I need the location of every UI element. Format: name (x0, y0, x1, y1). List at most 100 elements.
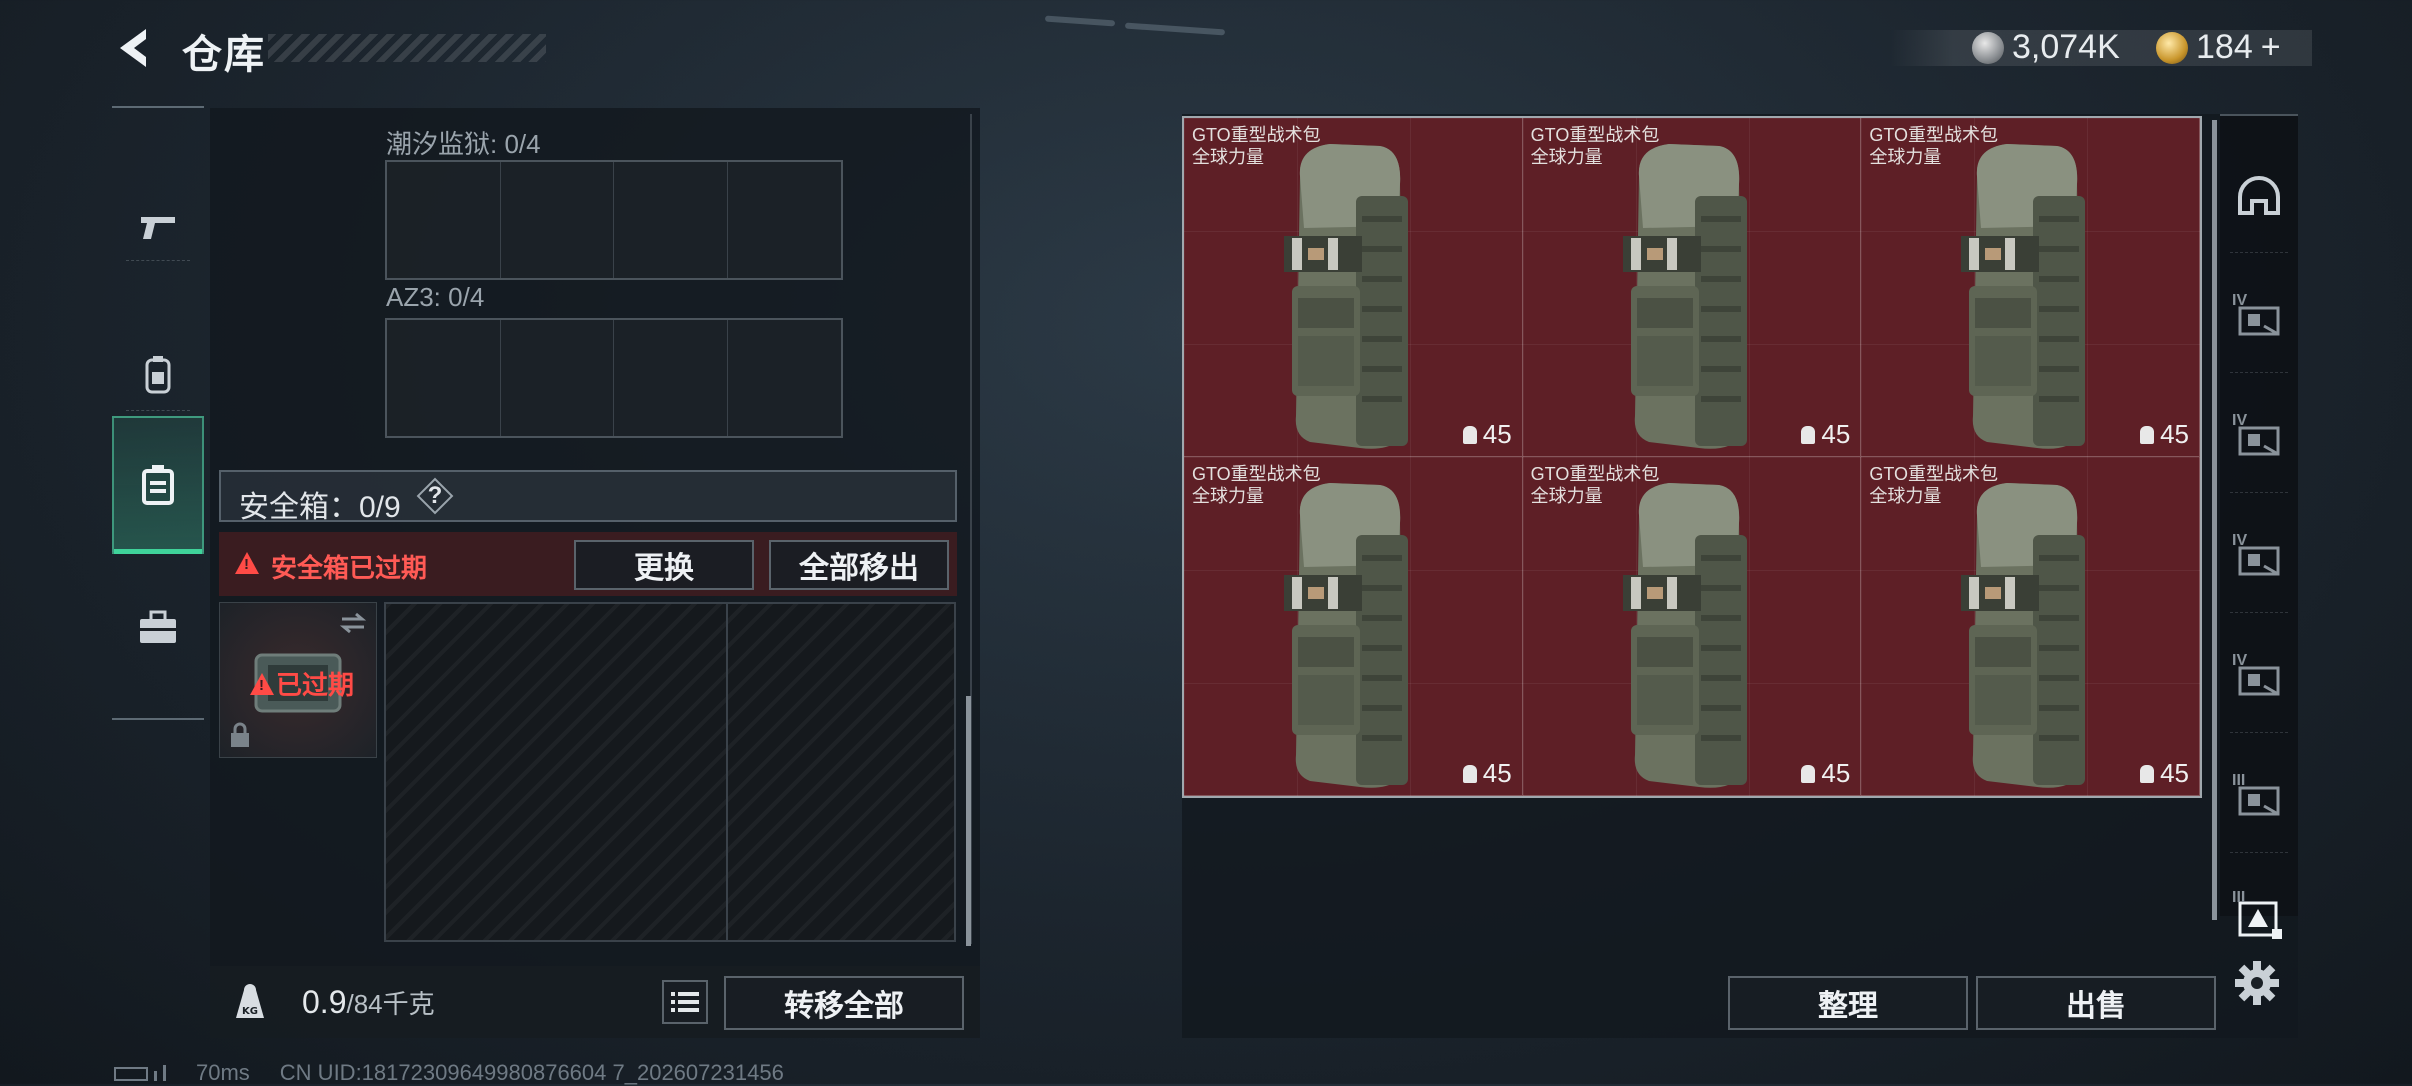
category-tier4-armor[interactable]: IV (2220, 260, 2298, 380)
item-weight: 45 (1801, 419, 1850, 450)
item-weight: 45 (2140, 758, 2189, 789)
storage-item-grid: GTO重型战术包 全球力量 45 GTO重型战术包 全球力量 45 GTO重型战… (1182, 116, 2202, 798)
grid-cell[interactable] (501, 320, 614, 436)
silver-amount: 3,074K (2012, 28, 2120, 66)
weight-icon (1462, 425, 1477, 444)
sort-button[interactable]: 整理 (1728, 976, 1968, 1030)
silver-currency: 3,074K (1972, 28, 2120, 67)
weight-icon (2140, 425, 2155, 444)
storage-item-cell[interactable]: GTO重型战术包 全球力量 45 (1861, 457, 2200, 796)
tier3-safebox-icon: III (2232, 889, 2284, 946)
tier4-rig-icon: IV (2232, 412, 2284, 463)
help-symbol: ? (427, 482, 443, 509)
tier-label: IV (2232, 291, 2248, 309)
nav-safebox[interactable] (112, 416, 204, 554)
grid-cell[interactable] (728, 162, 842, 278)
item-weight: 45 (1801, 758, 1850, 789)
safebox-grid[interactable] (384, 602, 956, 942)
grid-cell[interactable] (614, 162, 728, 278)
status-bar: 70ms CN UID:18172309649980876604 7_20260… (114, 1060, 784, 1086)
gold-amount: 184 (2196, 28, 2253, 66)
back-button[interactable] (108, 20, 158, 76)
helmet-icon (2234, 173, 2284, 228)
lock-icon (231, 722, 249, 747)
safebox-capacity-label: 安全箱：0/9 (239, 491, 401, 524)
grid-cell[interactable] (728, 320, 842, 436)
storage-item-cell[interactable]: GTO重型战术包 全球力量 45 (1522, 457, 1862, 796)
add-gold-button[interactable]: + (2261, 28, 2281, 67)
grid-cell[interactable] (387, 320, 501, 436)
background-streak (1044, 15, 1116, 27)
slot-grid-prison[interactable] (385, 160, 843, 280)
category-tier4-rig[interactable]: IV (2220, 500, 2298, 620)
sell-button[interactable]: 出售 (1976, 976, 2216, 1030)
safebox-header: 安全箱：0/9 ? (219, 470, 957, 524)
storage-scrollbar[interactable] (2212, 120, 2217, 920)
category-helmet[interactable] (2220, 140, 2298, 260)
list-view-button[interactable] (662, 980, 708, 1024)
settings-gear-icon[interactable] (2232, 958, 2282, 1008)
background-streak (1124, 22, 1226, 36)
item-weight: 45 (1462, 758, 1512, 789)
scrollbar-thumb[interactable] (966, 696, 971, 946)
item-name: GTO重型战术包 全球力量 (1869, 464, 1998, 506)
weight-bar: KG 0.9/84千克 转移全部 (210, 966, 980, 1038)
slot-grid-az3[interactable] (385, 318, 843, 438)
ping-text: 70ms (196, 1060, 250, 1085)
tier-label: IV (2232, 531, 2248, 549)
grid-cell[interactable] (614, 320, 728, 436)
expired-notice-text: 安全箱已过期 (271, 553, 428, 583)
signal-icon (114, 1065, 166, 1081)
gold-currency: 184 + (2156, 28, 2281, 67)
item-name: GTO重型战术包 全球力量 (1192, 125, 1321, 167)
backpack-icon (145, 356, 171, 394)
item-name: GTO重型战术包 全球力量 (1530, 125, 1660, 167)
item-weight: 45 (2140, 419, 2189, 450)
pistol-icon (141, 217, 175, 239)
move-all-out-button[interactable]: 全部移出 (769, 540, 949, 590)
storage-item-cell[interactable]: GTO重型战术包 全球力量 45 (1861, 118, 2200, 457)
category-tier4-rig[interactable]: IV (2220, 380, 2298, 500)
swap-icon (339, 612, 367, 634)
replace-button[interactable]: 更换 (574, 540, 754, 590)
storage-item-cell[interactable]: GTO重型战术包 全球力量 45 (1522, 118, 1862, 457)
slot-label-az3: AZ3: 0/4 (386, 282, 485, 312)
item-weight: 45 (1462, 419, 1512, 450)
item-name: GTO重型战术包 全球力量 (1869, 125, 1998, 167)
help-icon[interactable]: ? (419, 480, 451, 512)
category-tier3-armor[interactable]: III (2220, 740, 2298, 860)
weight-icon (2140, 764, 2155, 783)
tier-label: III (2232, 771, 2246, 789)
slot-label-prison: 潮汐监狱: 0/4 (386, 129, 541, 159)
backpack-image (1622, 483, 1747, 788)
nav-weapons[interactable] (112, 158, 204, 296)
grid-cell[interactable] (501, 162, 614, 278)
storage-item-cell[interactable]: GTO重型战术包 全球力量 45 (1184, 118, 1523, 457)
backpack-image (1622, 144, 1747, 449)
transfer-all-button[interactable]: 转移全部 (724, 976, 964, 1030)
nav-toolbox[interactable] (112, 558, 204, 696)
backpack-image (1961, 144, 2086, 449)
backpack-image (1961, 483, 2086, 788)
silver-coin-icon (1972, 31, 2004, 64)
item-name: GTO重型战术包 全球力量 (1192, 464, 1321, 506)
expired-stamp: 已过期 (276, 670, 355, 700)
tier3-armor-icon: III (2232, 772, 2284, 823)
item-name: GTO重型战术包 全球力量 (1530, 464, 1660, 506)
safebox-item-thumbnail[interactable]: 已过期 (219, 602, 377, 758)
storage-item-cell[interactable]: GTO重型战术包 全球力量 45 (1184, 457, 1523, 796)
toolbox-icon (140, 610, 176, 643)
weight-icon (1801, 425, 1816, 444)
svg-text:KG: KG (242, 1006, 258, 1017)
category-tier4-rig[interactable]: IV (2220, 620, 2298, 740)
weight-icon (1801, 764, 1816, 783)
grid-cell[interactable] (387, 162, 501, 278)
warning-icon (235, 552, 259, 574)
tier4-rig-icon: IV (2232, 532, 2284, 583)
title-decoration (268, 34, 546, 62)
back-arrow-icon (120, 29, 146, 67)
left-category-nav (112, 106, 204, 720)
weight-capacity: /84千克 (346, 989, 435, 1019)
weight-readout: 0.9/84千克 (302, 984, 435, 1021)
weight-kg-icon: KG (236, 984, 264, 1018)
